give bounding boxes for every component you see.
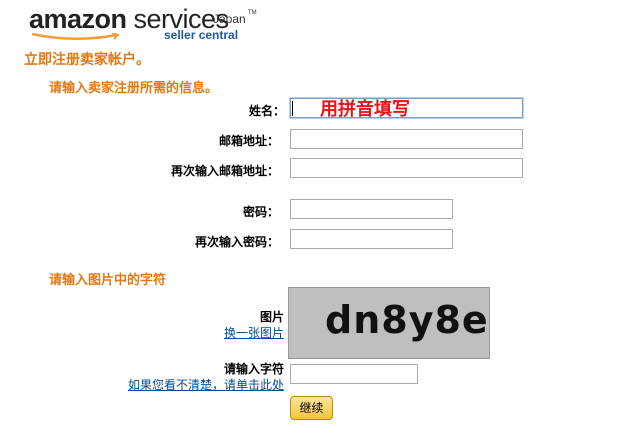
section-info-heading: 请输入卖家注册所需的信息。: [49, 81, 219, 96]
change-captcha-link[interactable]: 换一张图片: [34, 324, 284, 341]
password-input[interactable]: [290, 199, 453, 219]
email-confirm-label: 再次输入邮箱地址：: [170, 164, 279, 178]
continue-button[interactable]: 继续: [290, 396, 333, 420]
captcha-input-label: 请输入字符: [223, 362, 284, 376]
logo-region: Japan: [213, 12, 246, 26]
name-hint: 用拼音填写: [320, 99, 410, 120]
amazon-smile-icon: [31, 33, 120, 40]
captcha-image: dn8y8e: [288, 287, 490, 359]
seller-central-logo-text: seller central: [164, 28, 239, 42]
password-label: 密码：: [242, 205, 279, 219]
section-captcha-heading: 请输入图片中的字符: [49, 273, 167, 288]
email-input[interactable]: [290, 129, 523, 149]
email-label: 邮箱地址：: [218, 134, 279, 148]
captcha-text: dn8y8e: [325, 298, 489, 342]
logo-tm: TM: [248, 10, 257, 16]
captcha-label: 图片: [259, 310, 284, 324]
text-caret: [292, 101, 293, 116]
password-confirm-label: 再次输入密码：: [194, 235, 279, 249]
page-title: 立即注册卖家帐户。: [24, 52, 150, 68]
captcha-unclear-link[interactable]: 如果您看不清楚，请单击此处: [34, 376, 284, 393]
email-confirm-input[interactable]: [290, 158, 523, 178]
password-confirm-input[interactable]: [290, 229, 453, 249]
name-label: 姓名：: [248, 104, 285, 118]
captcha-input[interactable]: [290, 364, 418, 384]
